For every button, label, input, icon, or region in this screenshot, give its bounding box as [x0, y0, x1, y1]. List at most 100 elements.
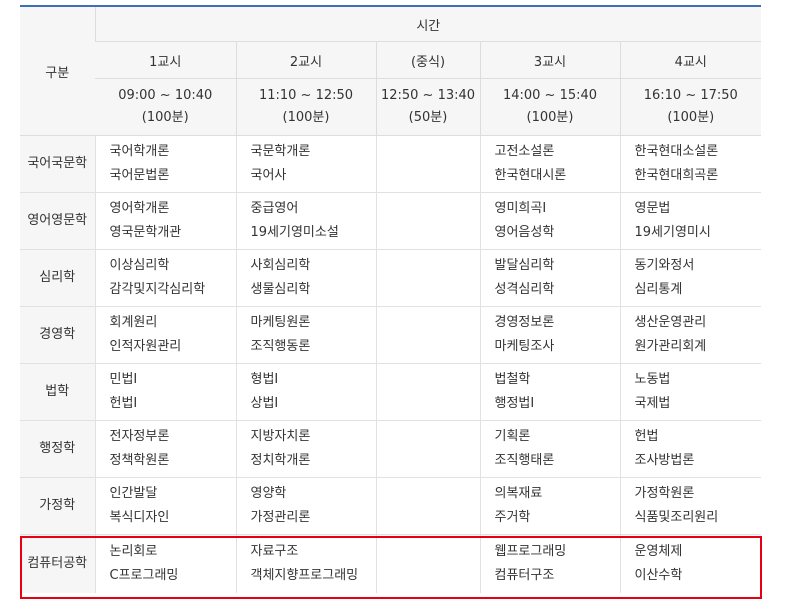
subject: 식품및조리원리	[634, 510, 719, 525]
lunch-cell	[375, 135, 480, 193]
table-row-highlighted: 컴퓨터공학 논리회로 C프로그래밍 자료구조 객체지향프로그래밍 웹프로그래밍 컴퓨터…	[20, 534, 762, 593]
period-time: 16:10 ~ 17:50	[643, 88, 738, 103]
subject-cell: 법철학 행정법Ⅰ	[479, 363, 620, 421]
subject-cell: 의복재료주거학	[479, 477, 620, 535]
subject: 심리통계	[634, 282, 683, 297]
period-name: 1교시	[95, 41, 236, 79]
subject-cell: 영미희곡Ⅰ 영어음성학	[479, 192, 620, 250]
subject: 헌법	[634, 429, 659, 444]
department-name: 심리학	[20, 249, 95, 307]
period-duration: (100분)	[667, 110, 715, 125]
subject: 민법Ⅰ	[109, 372, 138, 387]
subject: 컴퓨터구조	[494, 568, 555, 583]
subject-cell: 동기와정서심리통계	[619, 249, 762, 307]
department-name: 컴퓨터공학	[20, 534, 95, 593]
subject-cell: 마케팅원론조직행동론	[235, 306, 376, 364]
subject: 기획론	[494, 429, 531, 444]
subject-cell: 헌법조사방법론	[619, 420, 762, 478]
table-row: 국어국문학 국어학개론 국어문법론 국문학개론 국어사 고전소설론 한국현대시론 한국…	[20, 135, 762, 193]
period-duration: (100분)	[282, 110, 330, 125]
lunch-cell	[375, 477, 480, 535]
period-name: 3교시	[479, 41, 620, 79]
subject: 경영정보론	[494, 315, 555, 330]
period-duration: (100분)	[526, 110, 574, 125]
subject-cell: 한국현대소설론한국현대희곡론	[619, 135, 762, 193]
subject: C프로그래밍	[109, 568, 179, 583]
subject: 생산운영관리	[634, 315, 707, 330]
subject-cell: 발달심리학 성격심리학	[479, 249, 620, 307]
subject: 한국현대소설론	[634, 144, 719, 159]
subject: 국어학개론	[109, 144, 170, 159]
lunch-cell	[375, 249, 480, 307]
subject: 국문학개론	[250, 144, 311, 159]
subject-cell: 중급영어 19세기영미소설	[235, 192, 376, 250]
subject: 이상심리학	[109, 258, 170, 273]
subject-cell: 자료구조 객체지향프로그래밍	[235, 534, 376, 593]
subject: 19세기영미소설	[250, 225, 339, 240]
subject: 지방자치론	[250, 429, 311, 444]
department-name: 행정학	[20, 420, 95, 478]
subject: 영국문학개관	[109, 225, 182, 240]
subject: 정책학원론	[109, 453, 170, 468]
lunch-cell	[375, 363, 480, 421]
lunch-cell	[375, 534, 480, 593]
subject-cell: 경영정보론마케팅조사	[479, 306, 620, 364]
subject: 조직행태론	[494, 453, 555, 468]
subject: 감각및지각심리학	[109, 282, 206, 297]
subject: 조직행동론	[250, 339, 311, 354]
subject: 생물심리학	[250, 282, 311, 297]
period-name: 4교시	[619, 41, 762, 79]
subject: 동기와정서	[634, 258, 695, 273]
period-time: 11:10 ~ 12:50	[258, 88, 354, 103]
subject: 형법Ⅰ	[250, 372, 279, 387]
department-name: 국어국문학	[20, 135, 95, 193]
subject: 마케팅조사	[494, 339, 555, 354]
subject: 영미희곡Ⅰ	[494, 201, 547, 216]
subject: 정치학개론	[250, 453, 311, 468]
header-row-times: 09:00 ~ 10:40 (100분) 11:10 ~ 12:50 (100분) …	[20, 78, 762, 136]
subject-cell: 노동법국제법	[619, 363, 762, 421]
period-time-cell: 11:10 ~ 12:50 (100분)	[235, 78, 376, 136]
subject-cell: 지방자치론정치학개론	[235, 420, 376, 478]
exam-schedule: 구분 시간 1교시 2교시 (중식) 3교시 4교시 09:00 ~ 10:40…	[20, 5, 762, 593]
subject: 영문법	[634, 201, 671, 216]
subject-cell: 회계원리 인적자원관리	[94, 306, 236, 364]
subject: 한국현대시론	[494, 168, 567, 183]
subject: 가정관리론	[250, 510, 311, 525]
period-time: 14:00 ~ 15:40	[502, 88, 598, 103]
period-time: 09:00 ~ 10:40	[118, 88, 213, 103]
subject: 행정법Ⅰ	[494, 396, 535, 411]
subject-cell: 웹프로그래밍컴퓨터구조	[479, 534, 620, 593]
subject: 인간발달	[109, 486, 158, 501]
subject-cell: 영어학개론영국문학개관	[94, 192, 236, 250]
subject: 의복재료	[494, 486, 543, 501]
department-name: 영어영문학	[20, 192, 95, 250]
subject-cell: 영양학 가정관리론	[235, 477, 376, 535]
period-time-cell: 14:00 ~ 15:40 (100분)	[479, 78, 620, 136]
subject-cell: 영문법 19세기영미시	[619, 192, 762, 250]
subject: 마케팅원론	[250, 315, 311, 330]
subject: 웹프로그래밍	[494, 544, 567, 559]
subject: 국제법	[634, 396, 671, 411]
subject-cell: 생산운영관리 원가관리회계	[619, 306, 762, 364]
subject-cell: 형법Ⅰ 상법Ⅰ	[235, 363, 376, 421]
subject-cell: 가정학원론식품및조리원리	[619, 477, 762, 535]
subject: 한국현대희곡론	[634, 168, 719, 183]
category-header: 구분	[20, 5, 95, 136]
subject: 객체지향프로그래밍	[250, 568, 359, 583]
subject: 조사방법론	[634, 453, 695, 468]
lunch-cell	[375, 192, 480, 250]
table-row: 법학 민법Ⅰ 헌법Ⅰ 형법Ⅰ 상법Ⅰ 법철학 행정법Ⅰ 노동법 국제법	[20, 363, 762, 421]
subject: 주거학	[494, 510, 531, 525]
subject: 복식디자인	[109, 510, 170, 525]
subject-cell: 고전소설론 한국현대시론	[479, 135, 620, 193]
subject-cell: 전자정부론 정책학원론	[94, 420, 236, 478]
subject: 이산수학	[634, 568, 683, 583]
subject: 회계원리	[109, 315, 158, 330]
subject-cell: 국문학개론 국어사	[235, 135, 376, 193]
subject: 운영체제	[634, 544, 683, 559]
subject: 노동법	[634, 372, 671, 387]
subject: 영어학개론	[109, 201, 170, 216]
subject: 가정학원론	[634, 486, 695, 501]
header-row-time: 구분 시간	[20, 5, 762, 136]
